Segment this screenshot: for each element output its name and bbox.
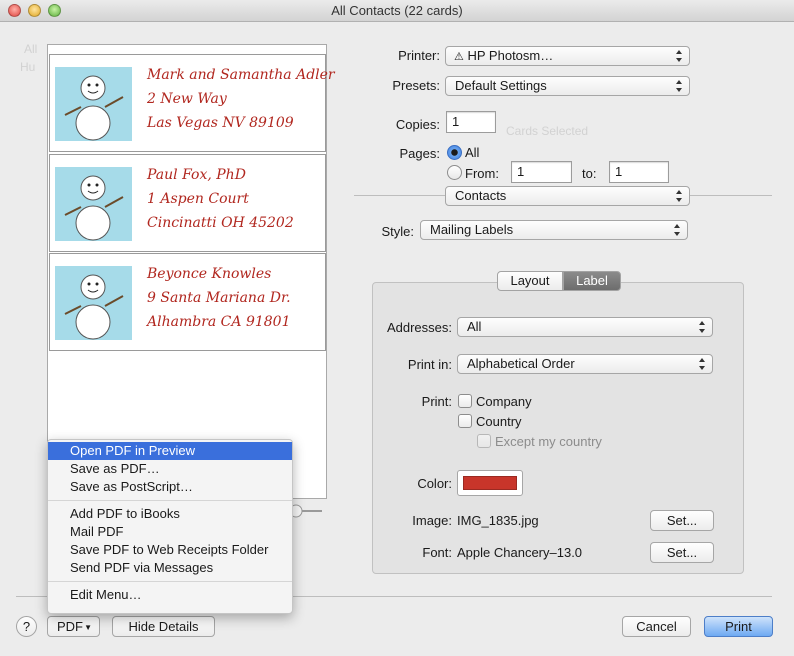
addresses-label: Addresses: — [386, 320, 452, 335]
except-my-country-label: Except my country — [495, 434, 602, 449]
background-ghost-cards-selected: Cards Selected — [506, 124, 589, 138]
image-value: IMG_1835.jpg — [457, 513, 539, 528]
address-line: 1 Aspen Court — [147, 191, 249, 207]
image-set-button[interactable]: Set... — [650, 510, 714, 531]
tab-layout[interactable]: Layout — [497, 271, 563, 291]
section-value: Contacts — [455, 188, 507, 203]
title-bar: All Contacts (22 cards) — [0, 0, 794, 22]
address-line: Beyonce Knowles — [147, 266, 272, 282]
image-label: Image: — [412, 513, 452, 528]
font-label: Font: — [422, 545, 452, 560]
pages-from-label: From: — [465, 166, 499, 181]
menu-item-save-pdf-to-web-receipts[interactable]: Save PDF to Web Receipts Folder — [48, 541, 292, 559]
country-label: Country — [476, 414, 522, 429]
window-title: All Contacts (22 cards) — [331, 3, 463, 18]
except-my-country-checkbox[interactable] — [477, 434, 491, 448]
printer-popup[interactable]: ⚠ HP Photosm… — [445, 46, 690, 66]
popup-arrows-icon — [674, 224, 681, 236]
hide-details-button[interactable]: Hide Details — [112, 616, 215, 637]
snowman-image — [55, 67, 132, 141]
font-value: Apple Chancery–13.0 — [457, 545, 583, 560]
popup-arrows-icon — [676, 190, 683, 202]
pages-label: Pages: — [399, 146, 440, 161]
copies-label: Copies: — [395, 117, 440, 132]
popup-arrows-icon — [699, 321, 706, 333]
menu-item-edit-menu[interactable]: Edit Menu… — [48, 586, 292, 604]
pdf-menu: Open PDF in Preview Save as PDF… Save as… — [47, 439, 293, 614]
address-line: 9 Santa Mariana Dr. — [147, 290, 291, 306]
print-dialog-window: All Contacts (22 cards) All Hu Cards Sel… — [0, 0, 794, 656]
warning-icon: ⚠ — [454, 51, 464, 63]
pdf-label: PDF — [57, 619, 83, 634]
pages-to-field[interactable]: 1 — [609, 161, 669, 183]
menu-item-save-as-pdf[interactable]: Save as PDF… — [48, 460, 292, 478]
popup-arrows-icon — [676, 50, 683, 62]
menu-item-save-as-postscript[interactable]: Save as PostScript… — [48, 478, 292, 496]
zoom-slider[interactable] — [290, 504, 322, 518]
chevron-down-icon: ▼ — [84, 623, 92, 632]
snowman-image — [55, 266, 132, 340]
country-checkbox[interactable] — [458, 414, 472, 428]
print-in-value: Alphabetical Order — [467, 356, 575, 371]
menu-item-open-pdf-in-preview[interactable]: Open PDF in Preview — [48, 442, 292, 460]
help-button[interactable]: ? — [16, 616, 37, 637]
label-card: Mark and Samantha Adler 2 New Way Las Ve… — [49, 54, 335, 152]
popup-arrows-icon — [676, 80, 683, 92]
color-well[interactable] — [457, 470, 523, 496]
menu-separator — [48, 581, 292, 582]
print-options-label: Print: — [421, 394, 452, 409]
addresses-popup[interactable]: All — [457, 317, 713, 337]
zoom-window-button[interactable] — [48, 4, 61, 17]
style-value: Mailing Labels — [430, 222, 514, 237]
style-popup[interactable]: Mailing Labels — [420, 220, 688, 240]
menu-separator — [48, 500, 292, 501]
print-in-label: Print in: — [407, 357, 452, 372]
close-window-button[interactable] — [8, 4, 21, 17]
background-ghost-text: All — [24, 42, 38, 56]
pages-all-radio[interactable] — [447, 145, 462, 160]
font-set-button[interactable]: Set... — [650, 542, 714, 563]
cancel-button[interactable]: Cancel — [622, 616, 691, 637]
tab-label[interactable]: Label — [563, 271, 621, 291]
print-in-popup[interactable]: Alphabetical Order — [457, 354, 713, 374]
printer-label: Printer: — [398, 48, 440, 63]
popup-arrows-icon — [699, 358, 706, 370]
menu-item-mail-pdf[interactable]: Mail PDF — [48, 523, 292, 541]
pages-to-label: to: — [582, 166, 597, 181]
section-popup[interactable]: Contacts — [445, 186, 690, 206]
address-line: Alhambra CA 91801 — [147, 314, 291, 330]
presets-popup[interactable]: Default Settings — [445, 76, 690, 96]
menu-item-send-pdf-via-messages[interactable]: Send PDF via Messages — [48, 559, 292, 577]
company-checkbox[interactable] — [458, 394, 472, 408]
menu-item-add-pdf-to-ibooks[interactable]: Add PDF to iBooks — [48, 505, 292, 523]
label-preview: Mark and Samantha Adler 2 New Way Las Ve… — [47, 44, 335, 499]
copies-field[interactable]: 1 — [446, 111, 496, 133]
background-ghost-text: Hu — [20, 60, 36, 74]
color-label: Color: — [417, 476, 452, 491]
label-card: Beyonce Knowles 9 Santa Mariana Dr. Alha… — [49, 253, 326, 351]
address-line: Cincinatti OH 45202 — [147, 215, 294, 231]
addresses-value: All — [467, 319, 482, 334]
snowman-image — [55, 167, 132, 241]
print-button[interactable]: Print — [704, 616, 773, 637]
address-line: Mark and Samantha Adler — [147, 67, 335, 83]
presets-label: Presets: — [392, 78, 440, 93]
pages-from-radio[interactable] — [447, 165, 462, 180]
printer-value: HP Photosm… — [467, 48, 554, 63]
pdf-menu-button[interactable]: PDF ▼ — [47, 616, 100, 637]
pages-all-label: All — [465, 145, 480, 160]
label-card: Paul Fox, PhD 1 Aspen Court Cincinatti O… — [49, 154, 326, 252]
presets-value: Default Settings — [455, 78, 547, 93]
style-label: Style: — [381, 224, 414, 239]
company-label: Company — [476, 394, 532, 409]
address-line: Paul Fox, PhD — [147, 167, 246, 183]
address-line: Las Vegas NV 89109 — [147, 115, 294, 131]
minimize-window-button[interactable] — [28, 4, 41, 17]
pages-from-field[interactable]: 1 — [511, 161, 572, 183]
color-swatch — [463, 476, 517, 490]
address-line: 2 New Way — [147, 91, 227, 107]
